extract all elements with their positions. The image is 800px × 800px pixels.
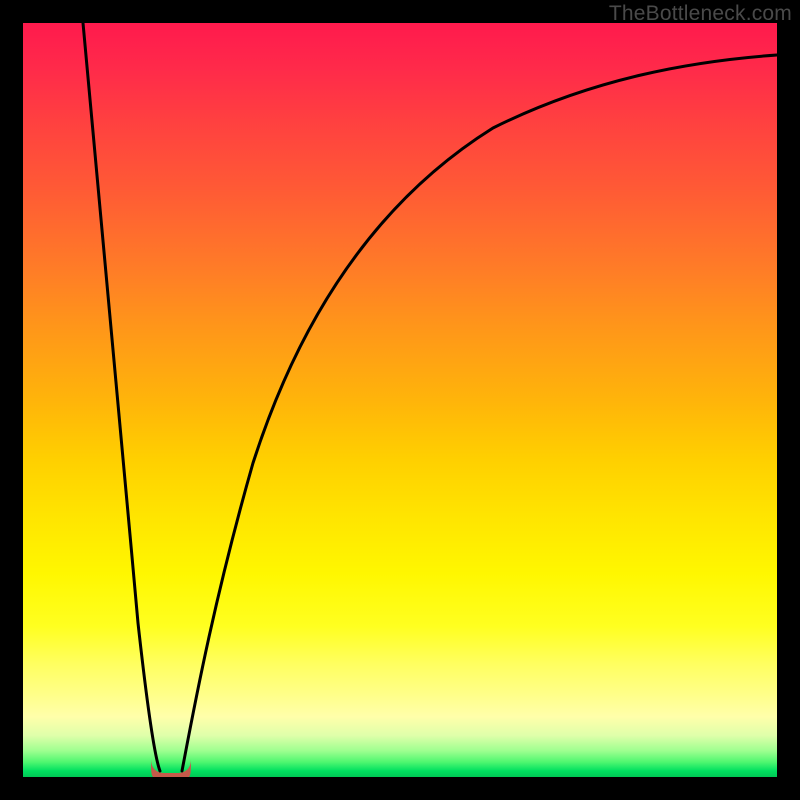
chart-frame: TheBottleneck.com [0,0,800,800]
curve-left-branch [83,23,160,771]
curve-right-branch [182,55,777,771]
curve-layer [23,23,777,777]
plot-area [23,23,777,777]
watermark-text: TheBottleneck.com [609,2,792,26]
